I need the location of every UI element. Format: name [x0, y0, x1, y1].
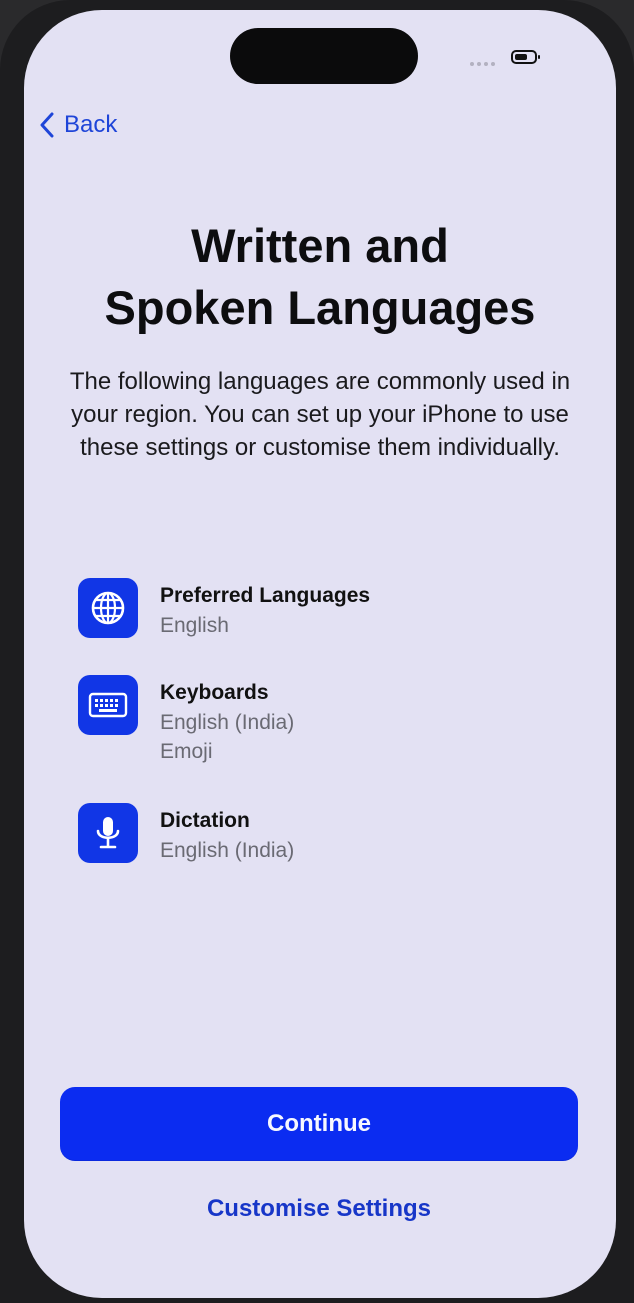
dictation-title: Dictation [160, 809, 250, 832]
signal-dot [491, 62, 495, 66]
keyboards-value-2: Emoji [160, 740, 213, 763]
phone-screen: Back Written and Spoken Languages The fo… [24, 10, 616, 1298]
keyboards-title: Keyboards [160, 681, 269, 704]
back-button[interactable]: Back [38, 108, 117, 142]
keyboard-icon [78, 675, 138, 735]
customise-settings-label: Customise Settings [206, 1195, 432, 1222]
microphone-icon-glyph [96, 817, 120, 849]
signal-icon [470, 62, 495, 66]
chevron-left-icon [40, 112, 54, 138]
preferred-languages-row: Preferred Languages English [78, 578, 370, 640]
signal-dot [484, 62, 488, 66]
keyboards-text: Keyboards English (India) Emoji [160, 675, 294, 766]
keyboards-row: Keyboards English (India) Emoji [78, 675, 294, 766]
page-title-line1: Written and [191, 219, 449, 272]
dictation-row: Dictation English (India) [78, 803, 294, 865]
keyboard-icon-glyph [88, 692, 128, 718]
dynamic-island [230, 28, 418, 84]
signal-dot [477, 62, 481, 66]
signal-dot [470, 62, 474, 66]
page-title-line2: Spoken Languages [104, 281, 536, 334]
globe-icon [78, 578, 138, 638]
microphone-icon [78, 803, 138, 863]
dictation-text: Dictation English (India) [160, 803, 294, 865]
phone-frame: Back Written and Spoken Languages The fo… [0, 0, 634, 1303]
preferred-languages-value: English [160, 614, 229, 637]
preferred-languages-title: Preferred Languages [160, 584, 371, 607]
keyboards-value-1: English (India) [160, 711, 295, 734]
back-label: Back [64, 111, 118, 138]
page-title: Written and Spoken Languages [54, 215, 586, 339]
customise-settings-button[interactable]: Customise Settings [169, 1190, 469, 1228]
dictation-value: English (India) [160, 839, 295, 862]
globe-icon-glyph [91, 591, 125, 625]
continue-button[interactable]: Continue [60, 1087, 578, 1161]
battery-icon [511, 50, 540, 64]
continue-label: Continue [267, 1110, 371, 1137]
page-description: The following languages are commonly use… [69, 368, 571, 461]
preferred-languages-text: Preferred Languages English [160, 578, 370, 640]
